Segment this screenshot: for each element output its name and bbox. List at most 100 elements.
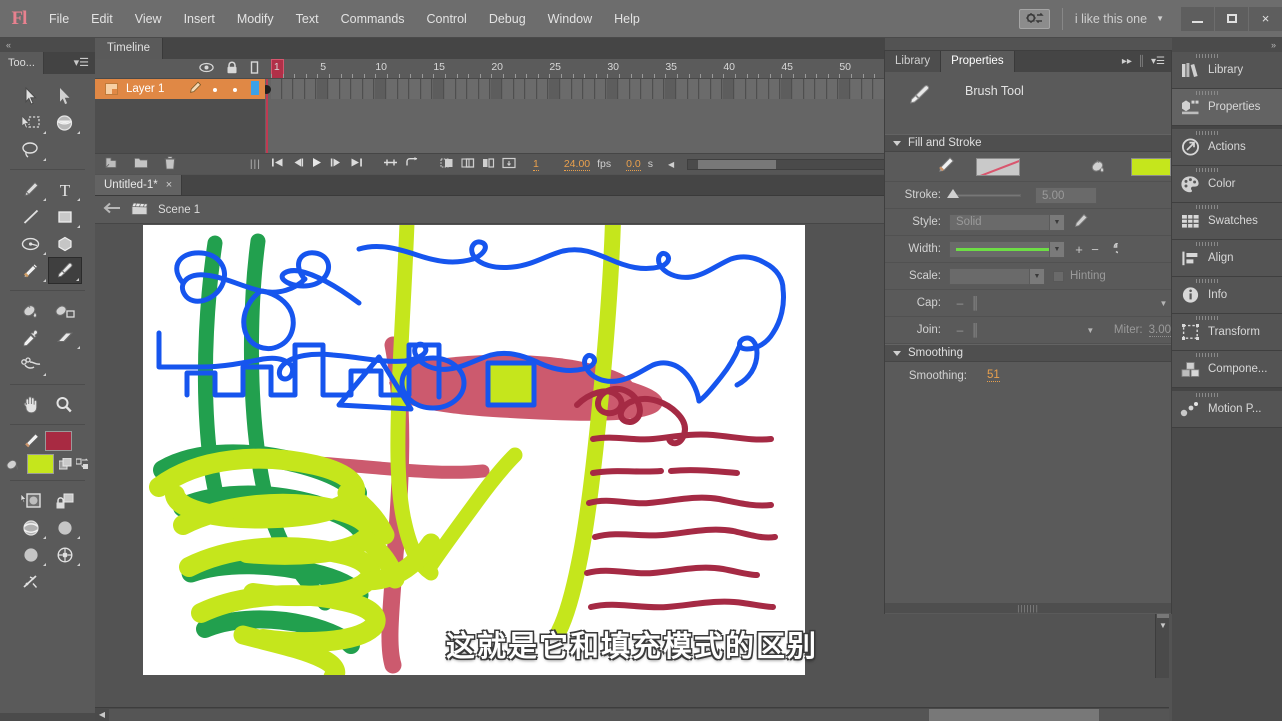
back-arrow-icon[interactable] bbox=[103, 202, 121, 217]
gradient-transform-tool[interactable] bbox=[48, 109, 82, 136]
chevron-down-icon[interactable]: ▼ bbox=[1156, 296, 1171, 311]
smooth-option[interactable] bbox=[14, 514, 48, 541]
chevron-down-icon[interactable]: ▼ bbox=[1049, 214, 1064, 230]
layer-edit-pencil-icon[interactable] bbox=[185, 81, 205, 97]
step-back-one-frame-button[interactable] bbox=[291, 157, 304, 171]
outline-icon[interactable] bbox=[250, 60, 259, 77]
eyedropper-tool[interactable] bbox=[14, 324, 48, 351]
selection-tool[interactable] bbox=[14, 82, 48, 109]
hinting-checkbox[interactable] bbox=[1053, 270, 1064, 282]
stroke-slider[interactable] bbox=[947, 188, 1021, 198]
center-frame-button[interactable] bbox=[383, 157, 398, 171]
menu-item-debug[interactable]: Debug bbox=[478, 0, 537, 38]
horizontal-scroll-track[interactable] bbox=[109, 708, 1169, 721]
line-tool[interactable] bbox=[14, 203, 48, 230]
brush-shape-option[interactable] bbox=[14, 541, 48, 568]
stroke-color-swatch[interactable] bbox=[45, 431, 72, 451]
dock-item-library[interactable]: Library bbox=[1172, 52, 1282, 89]
dock-item-properties[interactable]: Properties bbox=[1172, 89, 1282, 126]
modify-onion-markers-button[interactable] bbox=[502, 157, 516, 172]
menu-item-file[interactable]: File bbox=[38, 0, 80, 38]
dock-grip[interactable] bbox=[1196, 168, 1220, 172]
polystar-tool[interactable] bbox=[48, 230, 82, 257]
section-header-smoothing[interactable]: Smoothing bbox=[885, 344, 1171, 362]
tools-panel-menu-icon[interactable]: ▾☰ bbox=[68, 52, 95, 74]
menu-item-view[interactable]: View bbox=[124, 0, 173, 38]
paint-bucket-tool[interactable] bbox=[14, 297, 48, 324]
timeline-resize-grip[interactable]: ||| bbox=[250, 158, 265, 170]
slider-knob[interactable] bbox=[947, 188, 959, 198]
oval-tool[interactable] bbox=[14, 230, 48, 257]
menu-item-help[interactable]: Help bbox=[603, 0, 651, 38]
fill-color-swatch[interactable] bbox=[27, 454, 54, 474]
dock-grip[interactable] bbox=[1196, 205, 1220, 209]
stage-horizontal-scrollbar[interactable]: ◀ bbox=[95, 707, 1169, 721]
workspace-name[interactable]: i like this one bbox=[1075, 12, 1147, 26]
menu-item-text[interactable]: Text bbox=[285, 0, 330, 38]
snap-to-objects-option[interactable] bbox=[14, 568, 48, 595]
style-select[interactable]: Solid ▼ bbox=[949, 213, 1065, 231]
fps-value[interactable]: 24.00 bbox=[563, 158, 591, 171]
onion-skin-button[interactable] bbox=[440, 157, 454, 172]
layer-name-label[interactable]: Layer 1 bbox=[126, 83, 185, 95]
text-tool[interactable]: T bbox=[48, 176, 82, 203]
bone-tool[interactable] bbox=[14, 351, 48, 378]
tools-collapse-button[interactable]: « bbox=[0, 38, 95, 52]
swap-colors-icon[interactable] bbox=[76, 457, 90, 471]
document-tab[interactable]: Untitled-1* × bbox=[95, 175, 183, 196]
scale-select[interactable]: ▼ bbox=[949, 267, 1045, 285]
go-to-first-frame-button[interactable] bbox=[271, 157, 284, 171]
tab-timeline[interactable]: Timeline bbox=[95, 38, 164, 59]
object-drawing-option[interactable] bbox=[14, 487, 48, 514]
menu-item-control[interactable]: Control bbox=[416, 0, 478, 38]
dock-grip[interactable] bbox=[1196, 131, 1220, 135]
scene-name-label[interactable]: Scene 1 bbox=[158, 204, 200, 216]
expand-panel-icon[interactable]: ▸▸ bbox=[1122, 56, 1132, 67]
lock-fill-option[interactable] bbox=[48, 487, 82, 514]
layer-visibility-toggle[interactable] bbox=[205, 84, 225, 95]
layer-lock-toggle[interactable] bbox=[225, 84, 245, 95]
dock-grip[interactable] bbox=[1196, 316, 1220, 320]
brush-size-option[interactable] bbox=[48, 514, 82, 541]
stroke-color-swatch-properties[interactable] bbox=[976, 157, 1020, 176]
width-select[interactable]: ▼ bbox=[949, 240, 1065, 258]
tab-library[interactable]: Library bbox=[885, 51, 942, 72]
menu-item-edit[interactable]: Edit bbox=[80, 0, 124, 38]
eye-icon[interactable] bbox=[199, 62, 214, 76]
section-header-fill-and-stroke[interactable]: Fill and Stroke bbox=[885, 134, 1171, 152]
brush-tool[interactable] bbox=[47, 257, 82, 284]
dock-item-actions[interactable]: Actions bbox=[1172, 129, 1282, 166]
lock-icon[interactable] bbox=[226, 61, 238, 77]
lasso-tool[interactable] bbox=[14, 136, 48, 163]
chevron-down-icon[interactable]: ▼ bbox=[1083, 323, 1098, 338]
dock-item-transform[interactable]: Transform bbox=[1172, 314, 1282, 351]
timeline-scroll-thumb[interactable] bbox=[698, 159, 777, 169]
close-button[interactable]: × bbox=[1249, 6, 1282, 31]
trash-icon[interactable] bbox=[164, 155, 176, 173]
menu-item-window[interactable]: Window bbox=[537, 0, 603, 38]
pencil-tool[interactable] bbox=[14, 257, 48, 284]
dock-item-swatches[interactable]: Swatches bbox=[1172, 203, 1282, 240]
menu-item-modify[interactable]: Modify bbox=[226, 0, 285, 38]
zoom-tool[interactable] bbox=[48, 391, 82, 418]
eraser-tool[interactable] bbox=[48, 324, 82, 351]
edit-multiple-frames-button[interactable] bbox=[482, 157, 495, 172]
smoothing-value[interactable]: 51 bbox=[987, 369, 1000, 382]
onion-skin-outlines-button[interactable] bbox=[461, 157, 475, 172]
layer-outline-toggle[interactable] bbox=[245, 80, 265, 98]
paint-mode-option[interactable] bbox=[48, 541, 82, 568]
dock-item-compone[interactable]: Compone... bbox=[1172, 351, 1282, 388]
ink-bottle-tool[interactable] bbox=[48, 297, 82, 324]
menu-item-insert[interactable]: Insert bbox=[173, 0, 226, 38]
dock-collapse-button[interactable]: » bbox=[1172, 38, 1282, 52]
workspace-switcher-icon[interactable] bbox=[1018, 8, 1050, 29]
pen-tool[interactable] bbox=[14, 176, 48, 203]
dock-grip[interactable] bbox=[1196, 54, 1220, 58]
timeline-layer-row[interactable]: Layer 1 bbox=[95, 79, 265, 99]
black-and-white-icon[interactable] bbox=[58, 457, 72, 471]
timeline-ruler[interactable]: 151015202530354045505560657075 bbox=[265, 59, 885, 78]
dock-grip[interactable] bbox=[1196, 91, 1220, 95]
maximize-button[interactable] bbox=[1215, 6, 1248, 31]
close-icon[interactable]: × bbox=[166, 175, 172, 196]
hand-tool[interactable] bbox=[14, 391, 48, 418]
